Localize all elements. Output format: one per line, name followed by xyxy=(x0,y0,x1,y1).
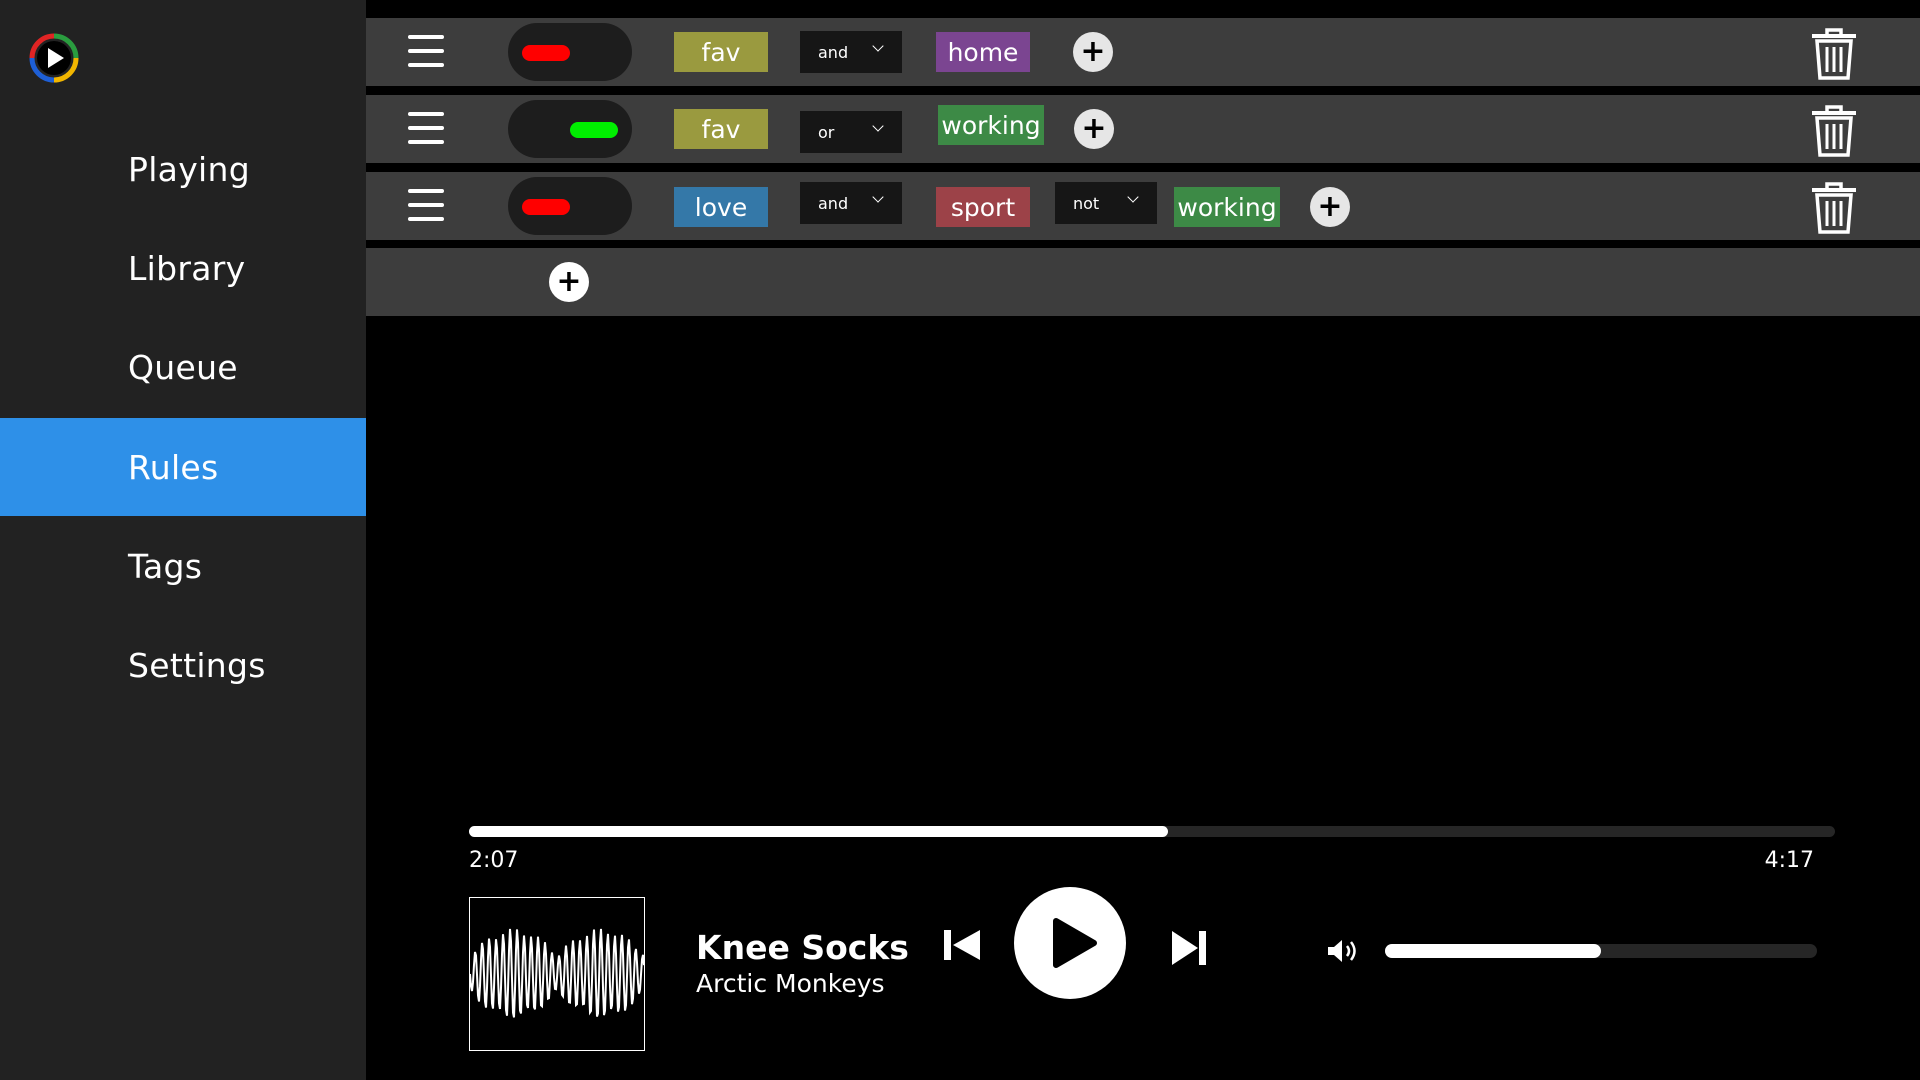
progress-fill xyxy=(469,826,1169,837)
skip-next-icon[interactable] xyxy=(1172,930,1206,966)
nav-label: Queue xyxy=(128,347,238,387)
sidebar: Playing Library Queue Rules Tags Setting… xyxy=(0,0,366,1080)
nav-label: Library xyxy=(128,248,246,288)
tag-chip[interactable]: sport xyxy=(936,187,1030,227)
rule-row: love and sport not working + xyxy=(366,172,1920,240)
tag-chip[interactable]: home xyxy=(936,32,1030,72)
rule-row: fav or working + xyxy=(366,95,1920,163)
trash-icon[interactable] xyxy=(1810,28,1858,80)
plus-icon: + xyxy=(1317,189,1343,224)
toggle-knob xyxy=(522,199,570,215)
nav-label: Tags xyxy=(128,546,203,586)
chevron-down-icon xyxy=(872,40,884,52)
plus-icon: + xyxy=(1080,34,1106,69)
nav-label: Playing xyxy=(128,149,250,189)
operator-select[interactable]: and xyxy=(800,31,902,73)
volume-icon[interactable] xyxy=(1326,938,1360,964)
volume-slider[interactable] xyxy=(1385,944,1817,958)
add-condition-button[interactable]: + xyxy=(1073,32,1113,72)
skip-previous-icon[interactable] xyxy=(944,929,980,961)
nav-item-queue[interactable]: Queue xyxy=(0,318,366,416)
hamburger-icon[interactable] xyxy=(408,112,444,146)
rule-toggle[interactable] xyxy=(508,23,632,81)
trash-icon[interactable] xyxy=(1810,182,1858,234)
toggle-knob xyxy=(522,45,570,61)
operator-label: or xyxy=(818,122,835,142)
elapsed-time: 2:07 xyxy=(469,848,519,873)
toggle-knob xyxy=(570,122,618,138)
nav-item-playing[interactable]: Playing xyxy=(0,120,366,218)
add-rule-button[interactable]: + xyxy=(549,262,589,302)
plus-icon: + xyxy=(1081,111,1107,146)
chevron-down-icon xyxy=(1127,191,1139,203)
track-artist: Arctic Monkeys xyxy=(696,969,885,998)
nav-item-tags[interactable]: Tags xyxy=(0,517,366,615)
play-button[interactable] xyxy=(1014,887,1126,999)
nav-item-library[interactable]: Library xyxy=(0,219,366,317)
tag-chip[interactable]: fav xyxy=(674,32,768,72)
operator-label: and xyxy=(818,193,849,213)
app-logo-icon xyxy=(29,33,79,83)
nav-label: Rules xyxy=(128,447,219,487)
track-title: Knee Socks xyxy=(696,928,909,967)
rule-row: fav and home + xyxy=(366,18,1920,86)
soundwave-icon xyxy=(469,928,645,1018)
hamburger-icon[interactable] xyxy=(408,189,444,223)
operator-select[interactable]: or xyxy=(800,111,902,153)
operator-select[interactable]: not xyxy=(1055,182,1157,224)
nav-item-settings[interactable]: Settings xyxy=(0,616,366,714)
tag-chip[interactable]: working xyxy=(1174,187,1280,227)
add-rule-row: + xyxy=(366,248,1920,316)
tag-chip[interactable]: fav xyxy=(674,109,768,149)
progress-bar[interactable] xyxy=(469,826,1835,837)
tag-chip[interactable]: working xyxy=(938,105,1044,145)
rule-toggle[interactable] xyxy=(508,177,632,235)
chevron-down-icon xyxy=(872,120,884,132)
play-icon xyxy=(1053,918,1097,968)
total-duration: 4:17 xyxy=(1764,848,1814,873)
plus-icon: + xyxy=(556,264,582,299)
add-condition-button[interactable]: + xyxy=(1310,187,1350,227)
operator-select[interactable]: and xyxy=(800,182,902,224)
tag-chip[interactable]: love xyxy=(674,187,768,227)
operator-label: and xyxy=(818,42,849,62)
hamburger-icon[interactable] xyxy=(408,35,444,69)
nav-item-rules[interactable]: Rules xyxy=(0,418,366,516)
rule-toggle[interactable] xyxy=(508,100,632,158)
chevron-down-icon xyxy=(872,191,884,203)
nav-label: Settings xyxy=(128,645,266,685)
operator-label: not xyxy=(1073,193,1100,213)
album-art xyxy=(469,897,645,1051)
trash-icon[interactable] xyxy=(1810,105,1858,157)
volume-fill xyxy=(1385,944,1601,958)
add-condition-button[interactable]: + xyxy=(1074,109,1114,149)
